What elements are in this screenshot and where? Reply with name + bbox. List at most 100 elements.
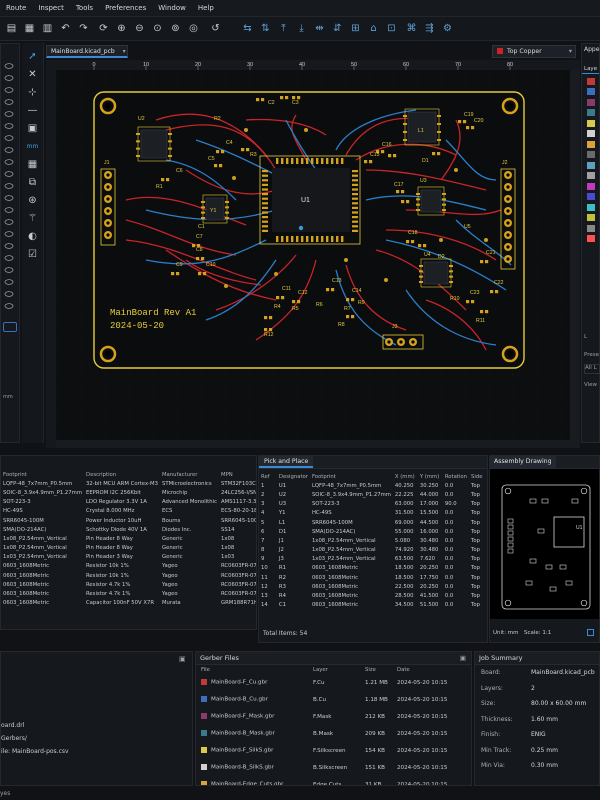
- pnp-row[interactable]: 7 J1 1x08_P2.54mm_Vertical 5.080 30.480 0.0 To…: [259, 536, 487, 545]
- zoom-refresh-icon[interactable]: ⟳: [96, 21, 111, 36]
- layer-swatch[interactable]: [587, 182, 595, 190]
- presets-select[interactable]: All L: [584, 364, 600, 374]
- pnp-col-header[interactable]: Y (mm): [418, 472, 443, 481]
- save-icon[interactable]: ▦: [22, 21, 37, 36]
- menu-tools[interactable]: Tools: [70, 4, 99, 12]
- bom-row[interactable]: HC-49S Crystal 8.000 MHz ECS ECS-80-20-18-T…: [1, 507, 256, 516]
- pnp-row[interactable]: 2 U2 SOIC-8_3.9x4.9mm_P1.27mm 22.225 44.000 0…: [259, 490, 487, 499]
- zoom-object-icon[interactable]: ⊚: [168, 21, 183, 36]
- bom-row[interactable]: 0603_1608Metric Resistor 10k 1% Yageo RC060…: [1, 571, 256, 580]
- panel-dropdown[interactable]: [3, 322, 17, 332]
- gerber-row[interactable]: MainBoard-Edge_Cuts.gbr Edge.Cuts 31 KB 202…: [199, 776, 471, 785]
- layer-swatch[interactable]: [587, 98, 595, 106]
- gerber-col-header[interactable]: Layer: [311, 665, 363, 674]
- pnp-row[interactable]: 9 J3 1x03_P2.54mm_Vertical 63.500 7.620 0.0 To…: [259, 555, 487, 564]
- bom-row[interactable]: 1x08_P2.54mm_Vertical Pin Header 8 Way Gen…: [1, 544, 256, 553]
- layer-swatch[interactable]: [587, 203, 595, 211]
- align-bottom-icon[interactable]: ⤓: [294, 21, 309, 36]
- layer-swatch[interactable]: [587, 172, 595, 179]
- layers-icon[interactable]: ⧉: [25, 175, 40, 190]
- pcb-canvas[interactable]: 0 10 20 30 40 50 60 70 80 U1 U2 U3 U4 U5 Y1 L1 J1 J2 J3 C1 C…: [46, 60, 580, 448]
- bottom-tab[interactable]: yes: [0, 787, 20, 800]
- menu-preferences[interactable]: Preferences: [99, 4, 152, 12]
- layer-swatch[interactable]: [587, 214, 595, 221]
- pnp-col-header[interactable]: Side: [469, 472, 487, 481]
- tab-pin-icon[interactable]: ▾: [123, 48, 126, 55]
- menu-inspect[interactable]: Inspect: [32, 4, 70, 12]
- panel-collapse-icon[interactable]: ▣: [460, 652, 466, 665]
- gerber-col-header[interactable]: Size: [363, 665, 395, 674]
- pnp-row[interactable]: 5 L1 SRR6045-100M 69.000 44.500 0.0 Top: [259, 518, 487, 527]
- bom-row[interactable]: SOIC-8_3.9x4.9mm_P1.27mm EEPROM I2C 256Kb…: [1, 488, 256, 497]
- rotate-icon[interactable]: ↺: [208, 21, 223, 36]
- array-icon[interactable]: ⊡: [384, 21, 399, 36]
- bom-row[interactable]: SRR6045-100M Power Inductor 10uH Bourns SRR…: [1, 516, 256, 525]
- pnp-col-header[interactable]: Ref: [259, 472, 277, 481]
- board-setup-icon[interactable]: ⚙: [440, 21, 455, 36]
- flip-horizontal-icon[interactable]: ⇆: [240, 21, 255, 36]
- fit-icon[interactable]: [587, 629, 594, 636]
- layer-swatch[interactable]: [587, 235, 595, 242]
- layer-swatch[interactable]: [587, 109, 595, 116]
- gerber-col-header[interactable]: File: [199, 665, 311, 674]
- bom-col-header[interactable]: MPN: [219, 470, 256, 479]
- zoom-in-icon[interactable]: ⊕: [114, 21, 129, 36]
- route-icon[interactable]: ✕: [25, 67, 40, 82]
- bom-col-header[interactable]: Manufacturer: [160, 470, 219, 479]
- gerber-row[interactable]: MainBoard-F_SilkS.gbr F.Silkscreen 154 KB 2…: [199, 742, 471, 759]
- flip-vertical-icon[interactable]: ⇅: [258, 21, 273, 36]
- menu-window[interactable]: Window: [152, 4, 192, 12]
- layer-select-dropdown[interactable]: Top Copper ▾: [492, 45, 576, 58]
- line-icon[interactable]: —: [25, 103, 40, 118]
- menu-route[interactable]: Route: [0, 4, 32, 12]
- layer-swatch[interactable]: [587, 77, 595, 85]
- bom-row[interactable]: 0603_1608Metric Resistor 4.7k 1% Yageo RC06…: [1, 580, 256, 589]
- layer-swatch[interactable]: [587, 130, 595, 137]
- bom-row[interactable]: SOT-223-3 LDO Regulator 3.3V 1A Advanced M…: [1, 498, 256, 507]
- grid-icon[interactable]: ▦: [25, 157, 40, 172]
- pnp-row[interactable]: 14 C1 0603_1608Metric 34.500 51.500 0.0 Top: [259, 601, 487, 610]
- gerber-col-header[interactable]: Date: [395, 665, 471, 674]
- bom-row[interactable]: 0603_1608Metric Resistor 4.7k 1% Yageo RC06…: [1, 589, 256, 598]
- pnp-row[interactable]: 10 R1 0603_1608Metric 18.500 20.250 0.0 Top: [259, 564, 487, 573]
- pnp-col-header[interactable]: Footprint: [310, 472, 393, 481]
- layers-tab[interactable]: Laye: [582, 64, 599, 74]
- print-icon[interactable]: ▥: [40, 21, 55, 36]
- pnp-row[interactable]: 4 Y1 HC-49S 31.500 15.500 0.0 Top: [259, 509, 487, 518]
- pnp-row[interactable]: 3 U3 SOT-223-3 63.000 17.000 90.0 Top: [259, 500, 487, 509]
- panel-collapse-icon[interactable]: ▣: [179, 655, 186, 663]
- gerber-row[interactable]: MainBoard-B_Cu.gbr B.Cu 1.18 MB 2024-05-20 …: [199, 691, 471, 708]
- bom-col-header[interactable]: Description: [84, 470, 160, 479]
- bom-row[interactable]: SMA(DO-214AC) Schottky Diode 40V 1A Diodes…: [1, 525, 256, 534]
- netlist-icon[interactable]: ⇶: [422, 21, 437, 36]
- tab-mainboard-pcb[interactable]: MainBoard.kicad_pcb ▾: [46, 45, 128, 58]
- appearance-tab[interactable]: Appe: [582, 44, 599, 56]
- lock-icon[interactable]: ⌂: [366, 21, 381, 36]
- bom-row[interactable]: 0603_1608Metric Capacitor 100nF 50V X7R Mu…: [1, 599, 256, 608]
- highlight-net-icon[interactable]: ⊹: [25, 85, 40, 100]
- layer-swatch[interactable]: [587, 193, 595, 200]
- pnp-row[interactable]: 1 U1 LQFP-48_7x7mm_P0.5mm 40.250 30.250 0.0 To…: [259, 481, 487, 490]
- align-top-icon[interactable]: ⤒: [276, 21, 291, 36]
- pnp-col-header[interactable]: Rotation: [443, 472, 469, 481]
- assembly-view[interactable]: U1: [490, 469, 600, 619]
- gerber-row[interactable]: MainBoard-F_Mask.gbr F.Mask 212 KB 2024-05-…: [199, 708, 471, 725]
- undo-icon[interactable]: ↶: [58, 21, 73, 36]
- layer-swatch[interactable]: [587, 88, 595, 95]
- ratsnest-icon[interactable]: ⚚: [25, 211, 40, 226]
- gerber-row[interactable]: MainBoard-B_SilkS.gbr B.Silkscreen 151 KB 2…: [199, 759, 471, 776]
- bom-row[interactable]: LQFP-48_7x7mm_P0.5mm 32-bit MCU ARM Corte…: [1, 479, 256, 488]
- distribute-icon[interactable]: ⇵: [330, 21, 345, 36]
- menu-help[interactable]: Help: [192, 4, 220, 12]
- zoom-selection-icon[interactable]: ◎: [186, 21, 201, 36]
- layer-swatch[interactable]: [587, 140, 595, 148]
- layer-swatch[interactable]: [587, 119, 595, 127]
- pnp-row[interactable]: 12 R3 0603_1608Metric 22.500 20.250 0.0 Top: [259, 582, 487, 591]
- group-icon[interactable]: ⊞: [348, 21, 363, 36]
- layer-swatch[interactable]: [587, 161, 595, 169]
- bom-row[interactable]: 1x08_P2.54mm_Vertical Pin Header 8 Way Gen…: [1, 534, 256, 543]
- bom-row[interactable]: 1x03_P2.54mm_Vertical Pin Header 3 Way Gen…: [1, 553, 256, 562]
- magnet-icon[interactable]: ◐: [25, 229, 40, 244]
- layer-swatch[interactable]: [587, 151, 595, 158]
- tab-assembly-drawing[interactable]: Assembly Drawing: [490, 456, 556, 468]
